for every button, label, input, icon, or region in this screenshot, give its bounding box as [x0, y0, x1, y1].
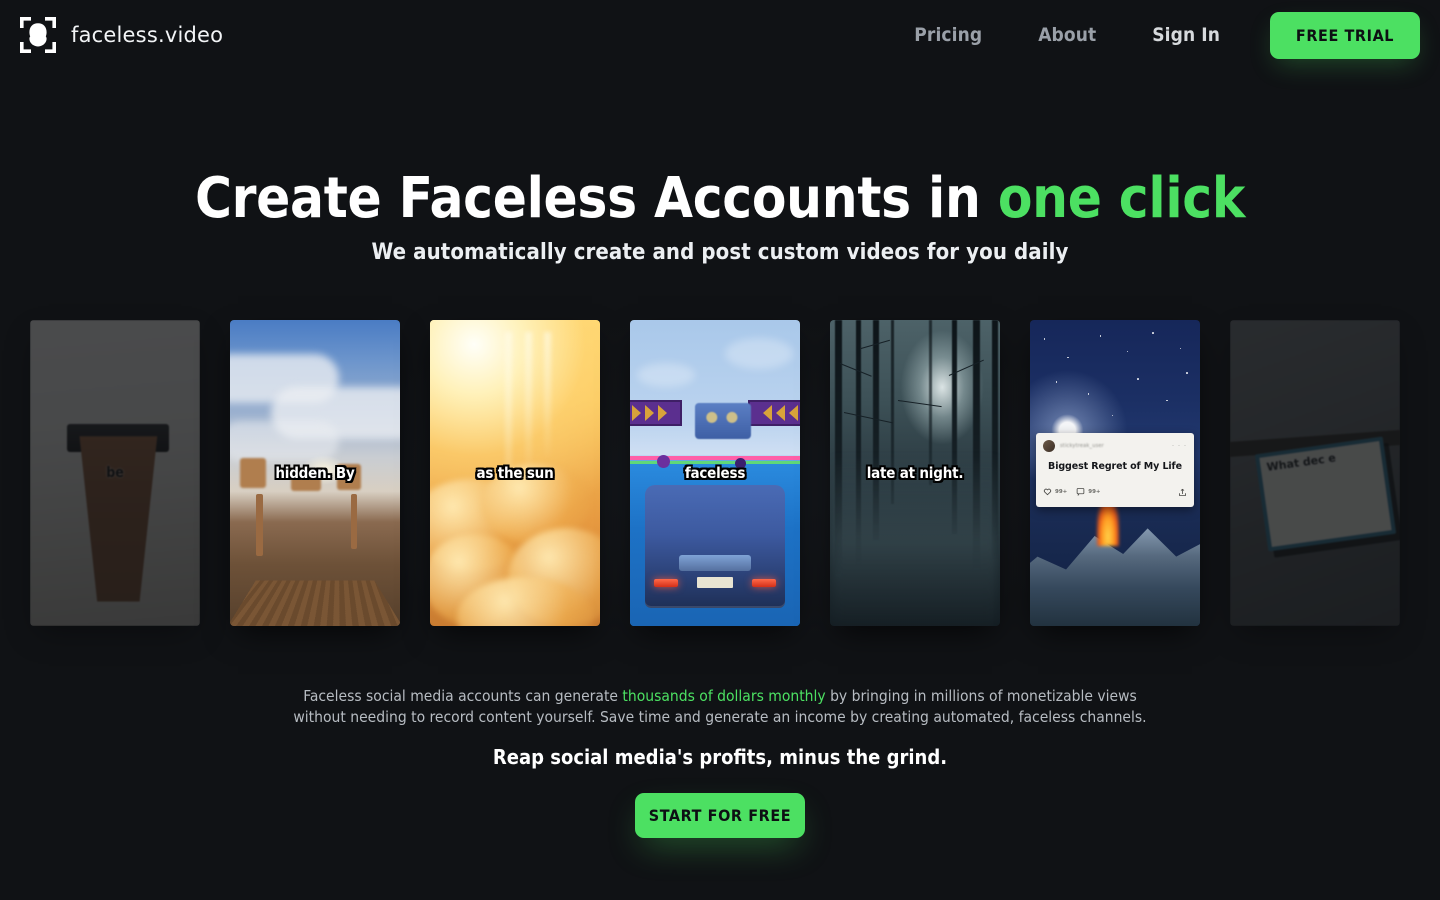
headline-lead: Create Faceless Accounts in — [194, 166, 998, 231]
comment-count: 99+ — [1088, 488, 1101, 495]
share-action[interactable] — [1178, 482, 1187, 501]
scene-product-left: be — [30, 320, 200, 626]
scene-minecraft-day: hidden. By — [230, 320, 400, 626]
star — [1055, 381, 1058, 383]
star — [1186, 372, 1188, 374]
video-carousel[interactable]: be hidden. By as the sun faceless late a… — [0, 270, 1440, 690]
cup-lid — [67, 424, 170, 452]
star — [1166, 399, 1168, 402]
comment-action[interactable]: 99+ — [1076, 487, 1101, 497]
star — [1043, 338, 1046, 340]
car-rear-window — [678, 554, 752, 571]
brand-name: faceless.video — [71, 23, 224, 47]
fog-layer — [830, 454, 1000, 626]
site-header: faceless.video Pricing About Sign In FRE… — [0, 0, 1440, 70]
carousel-card-minecraft-day[interactable]: hidden. By — [230, 320, 400, 626]
carousel-card-foggy-forest[interactable]: late at night. — [830, 320, 1000, 626]
tail-light-left — [653, 578, 678, 587]
carousel-card-blue-car[interactable]: faceless — [630, 320, 800, 626]
free-trial-button[interactable]: FREE TRIAL — [1270, 11, 1420, 59]
tree-trunk — [350, 494, 357, 550]
lava-flow — [1097, 500, 1120, 547]
brand-logo[interactable]: faceless.video — [18, 15, 223, 55]
main-nav: Pricing About Sign In FREE TRIAL — [886, 11, 1420, 59]
track-gate-left — [630, 399, 682, 426]
license-plate — [697, 577, 733, 589]
nav-link-about[interactable]: About — [1010, 24, 1124, 46]
sun-ray — [543, 332, 551, 461]
chevron-left-icon — [776, 404, 785, 421]
cta-container: START FOR FREE — [0, 793, 1440, 838]
chevron-left-icon — [789, 404, 798, 421]
like-action[interactable]: 99+ — [1043, 487, 1067, 496]
coffee-cup — [79, 436, 158, 602]
star — [1152, 332, 1154, 334]
carousel-card-note-right[interactable]: What dec e — [1230, 320, 1400, 626]
tagline: Reap social media's profits, minus the g… — [492, 745, 948, 769]
chevron-left-icon — [763, 404, 772, 421]
tail-light-right — [752, 578, 777, 587]
star — [1126, 350, 1129, 353]
star — [1087, 393, 1090, 396]
share-icon — [1179, 489, 1186, 497]
scene-foggy-forest: late at night. — [830, 320, 1000, 626]
tree-foliage — [337, 463, 362, 490]
wooden-bridge — [230, 579, 400, 626]
star — [1179, 347, 1182, 350]
avatar — [1043, 440, 1055, 453]
sky-cloud — [636, 362, 695, 388]
tree-trunk — [255, 494, 263, 556]
scene-note-right: What dec e — [1230, 320, 1400, 626]
reddit-post-actions: 99+ 99+ — [1043, 482, 1187, 501]
tree-foliage — [291, 473, 322, 491]
sky-cloud — [725, 338, 794, 369]
chevron-right-icon — [632, 404, 641, 421]
note-text: What dec e — [1265, 451, 1337, 475]
carousel-card-reddit-night[interactable]: stickytreak_user · · · Biggest Regret of… — [1030, 320, 1200, 626]
star — [1067, 356, 1069, 359]
sun-ray — [525, 332, 533, 480]
like-count: 99+ — [1055, 488, 1068, 495]
paragraph-highlight: thousands of dollars monthly — [622, 687, 826, 705]
paragraph-part-1: Faceless social media accounts can gener… — [303, 687, 623, 705]
tree-branch — [897, 399, 942, 407]
reddit-username: stickytreak_user — [1060, 443, 1104, 450]
track-orb — [657, 454, 671, 468]
reddit-post-header: stickytreak_user · · · — [1043, 440, 1187, 453]
hero-subtitle: We automatically create and post custom … — [371, 240, 1069, 265]
chevron-right-icon — [645, 404, 654, 421]
star — [1137, 378, 1139, 380]
tree-branch — [843, 411, 893, 424]
tree-foliage — [240, 457, 267, 488]
headline-accent: one click — [997, 166, 1246, 231]
face-scan-icon — [18, 15, 58, 55]
nav-link-pricing[interactable]: Pricing — [886, 24, 1010, 46]
star — [1111, 414, 1114, 417]
sports-car — [645, 485, 785, 608]
reddit-post-title: Biggest Regret of My Life — [1048, 461, 1182, 473]
scene-minecraft-night: stickytreak_user · · · Biggest Regret of… — [1030, 320, 1200, 626]
chevron-right-icon — [658, 404, 667, 421]
heart-icon — [1043, 488, 1052, 496]
track-stripe-pink — [630, 456, 800, 461]
reddit-post-card[interactable]: stickytreak_user · · · Biggest Regret of… — [1036, 433, 1194, 508]
card-caption: be — [106, 465, 124, 481]
body-paragraph: Faceless social media accounts can gener… — [280, 686, 1160, 727]
more-options-icon[interactable]: · · · — [1172, 442, 1187, 450]
sticky-note: What dec e — [1254, 436, 1396, 552]
scene-blue-car: faceless — [630, 320, 800, 626]
dark-bar — [1230, 429, 1400, 459]
page-title: Create Faceless Accounts in one click — [0, 169, 1440, 229]
comment-icon — [1076, 488, 1085, 497]
scene-golden-clouds: as the sun — [430, 320, 600, 626]
track-gate-right — [748, 399, 800, 426]
carousel-card-golden-clouds[interactable]: as the sun — [430, 320, 600, 626]
carousel-card-product-left[interactable]: be — [30, 320, 200, 626]
start-for-free-button[interactable]: START FOR FREE — [635, 793, 805, 838]
carousel-track[interactable]: be hidden. By as the sun faceless late a… — [30, 320, 1400, 626]
star — [1099, 335, 1102, 337]
pixel-sprite — [694, 402, 751, 439]
nav-link-sign-in[interactable]: Sign In — [1124, 24, 1248, 46]
